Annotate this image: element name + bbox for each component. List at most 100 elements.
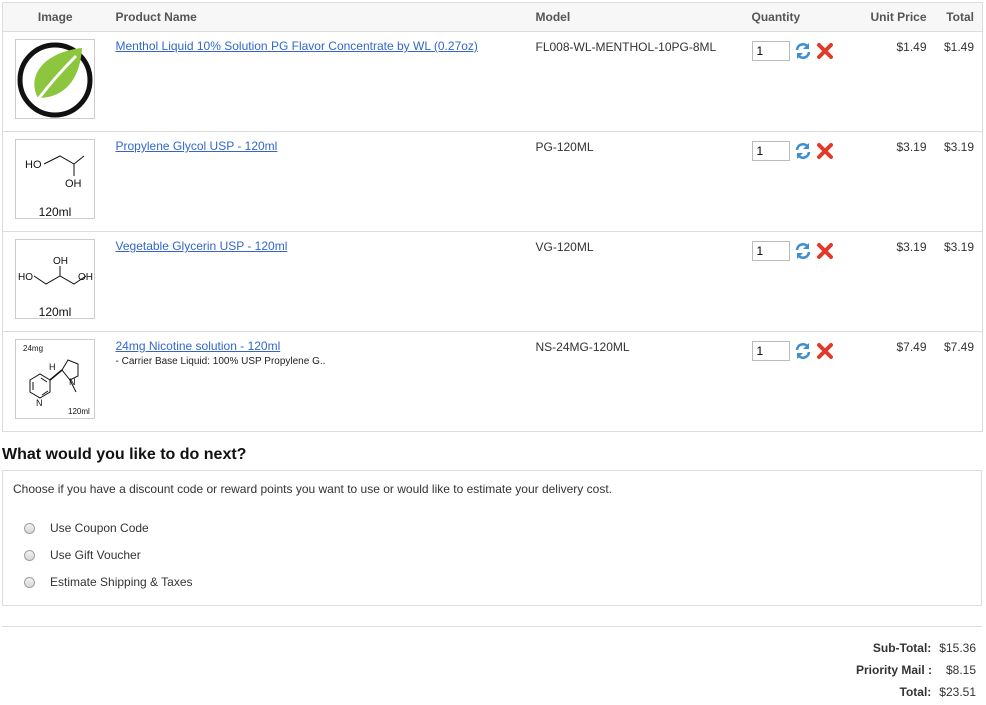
product-model: VG-120ML: [535, 240, 594, 254]
line-total-cell: $1.49: [934, 31, 983, 132]
subtotal-row: Sub-Total: $15.36: [873, 640, 976, 656]
structure-label: HO: [25, 159, 42, 171]
product-model: NS-24MG-120ML: [535, 340, 630, 354]
option-shipping[interactable]: Estimate Shipping & Taxes: [23, 574, 193, 590]
line-total: $3.19: [943, 240, 974, 254]
unit-price: $3.19: [896, 240, 927, 254]
product-name-cell: Vegetable Glycerin USP - 120ml: [107, 231, 528, 332]
option-label: Use Coupon Code: [50, 521, 149, 535]
model-cell: FL008-WL-MENTHOL-10PG-8ML: [527, 31, 744, 132]
grand-total-label: Total:: [899, 685, 932, 699]
structure-label: N: [69, 377, 76, 387]
unit-price-cell: $3.19: [844, 131, 935, 232]
product-image-cell: [2, 31, 108, 132]
next-step-panel: Choose if you have a discount code or re…: [2, 470, 982, 606]
totals-divider: [2, 626, 982, 627]
radio-shipping[interactable]: [24, 576, 35, 588]
unit-price: $3.19: [896, 140, 927, 154]
next-step-description: Choose if you have a discount code or re…: [13, 482, 612, 496]
quantity-input[interactable]: [751, 341, 790, 361]
model-cell: NS-24MG-120ML: [527, 331, 744, 432]
remove-item-icon[interactable]: [816, 242, 834, 260]
image-caption: 120ml: [38, 205, 72, 219]
grand-total-value: $23.51: [939, 685, 976, 699]
structure-label: HO: [18, 272, 33, 283]
product-image-cell: OH HO OH 120ml: [2, 231, 108, 332]
leaf-logo-icon: [17, 42, 93, 118]
option-voucher[interactable]: Use Gift Voucher: [23, 547, 141, 563]
header-total: Total: [934, 2, 983, 32]
unit-price: $7.49: [896, 340, 927, 354]
cart-row: 24mg H N N 120ml 24mg Nicotine solution …: [2, 331, 983, 432]
option-coupon[interactable]: Use Coupon Code: [23, 520, 149, 536]
header-product-name: Product Name: [107, 2, 528, 32]
product-thumbnail[interactable]: OH HO OH 120ml: [15, 239, 95, 319]
header-quantity: Quantity: [743, 2, 845, 32]
cart-row: OH HO OH 120ml Vegetable Glycerin USP - …: [2, 231, 983, 332]
header-unit-price: Unit Price: [844, 2, 935, 32]
cart-row: Menthol Liquid 10% Solution PG Flavor Co…: [2, 31, 983, 132]
subtotal-value: $15.36: [939, 641, 976, 655]
cart-table: Image Product Name Model Quantity Unit P…: [2, 2, 983, 432]
structure-label: N: [36, 398, 43, 408]
product-thumbnail[interactable]: [15, 39, 95, 119]
line-total: $7.49: [943, 340, 974, 354]
product-name-link[interactable]: Propylene Glycol USP - 120ml: [116, 139, 520, 153]
remove-item-icon[interactable]: [816, 142, 834, 160]
shipping-value: $8.15: [945, 663, 976, 677]
product-model: FL008-WL-MENTHOL-10PG-8ML: [535, 40, 717, 54]
product-image-cell: HO OH 120ml: [2, 131, 108, 232]
cart-header-row: Image Product Name Model Quantity Unit P…: [2, 2, 983, 32]
product-name-cell: Propylene Glycol USP - 120ml: [107, 131, 528, 232]
shipping-label: Priority Mail :: [855, 663, 932, 677]
structure-label: H: [49, 362, 56, 372]
header-model: Model: [527, 2, 744, 32]
subtotal-label: Sub-Total:: [872, 641, 932, 655]
shipping-row: Priority Mail : $8.15: [856, 662, 976, 678]
grand-total-row: Total: $23.51: [900, 684, 976, 700]
line-total: $3.19: [943, 140, 974, 154]
line-total-cell: $3.19: [934, 231, 983, 332]
quantity-input[interactable]: [751, 141, 790, 161]
update-quantity-icon[interactable]: [794, 242, 812, 260]
radio-coupon[interactable]: [24, 522, 35, 534]
quantity-cell: [743, 331, 845, 432]
line-total: $1.49: [943, 40, 974, 54]
structure-label: OH: [78, 272, 93, 283]
product-name-link[interactable]: 24mg Nicotine solution - 120ml: [116, 339, 520, 353]
model-cell: PG-120ML: [527, 131, 744, 232]
line-total-cell: $7.49: [934, 331, 983, 432]
next-step-heading: What would you like to do next?: [2, 446, 247, 463]
product-name-cell: Menthol Liquid 10% Solution PG Flavor Co…: [107, 31, 528, 132]
radio-voucher[interactable]: [24, 549, 35, 561]
unit-price-cell: $3.19: [844, 231, 935, 332]
option-label: Use Gift Voucher: [50, 548, 141, 562]
line-total-cell: $3.19: [934, 131, 983, 232]
product-thumbnail[interactable]: HO OH 120ml: [15, 139, 95, 219]
unit-price: $1.49: [896, 40, 927, 54]
remove-item-icon[interactable]: [816, 342, 834, 360]
update-quantity-icon[interactable]: [794, 42, 812, 60]
unit-price-cell: $7.49: [844, 331, 935, 432]
cart-row: HO OH 120ml Propylene Glycol USP - 120ml…: [2, 131, 983, 232]
structure-label: OH: [65, 178, 82, 190]
structure-label: OH: [53, 256, 68, 267]
quantity-input[interactable]: [751, 41, 790, 61]
product-thumbnail[interactable]: 24mg H N N 120ml: [15, 339, 95, 419]
unit-price-cell: $1.49: [844, 31, 935, 132]
quantity-input[interactable]: [751, 241, 790, 261]
model-cell: VG-120ML: [527, 231, 744, 332]
quantity-cell: [743, 131, 845, 232]
product-name-cell: 24mg Nicotine solution - 120ml - Carrier…: [107, 331, 528, 432]
product-name-link[interactable]: Vegetable Glycerin USP - 120ml: [116, 239, 520, 253]
update-quantity-icon[interactable]: [794, 342, 812, 360]
product-name-link[interactable]: Menthol Liquid 10% Solution PG Flavor Co…: [116, 39, 520, 53]
remove-item-icon[interactable]: [816, 42, 834, 60]
product-model: PG-120ML: [535, 140, 594, 154]
image-caption: 120ml: [68, 407, 90, 416]
update-quantity-icon[interactable]: [794, 142, 812, 160]
image-caption: 120ml: [38, 305, 72, 319]
quantity-cell: [743, 231, 845, 332]
option-label: Estimate Shipping & Taxes: [50, 575, 193, 589]
product-option: - Carrier Base Liquid: 100% USP Propylen…: [115, 356, 326, 367]
